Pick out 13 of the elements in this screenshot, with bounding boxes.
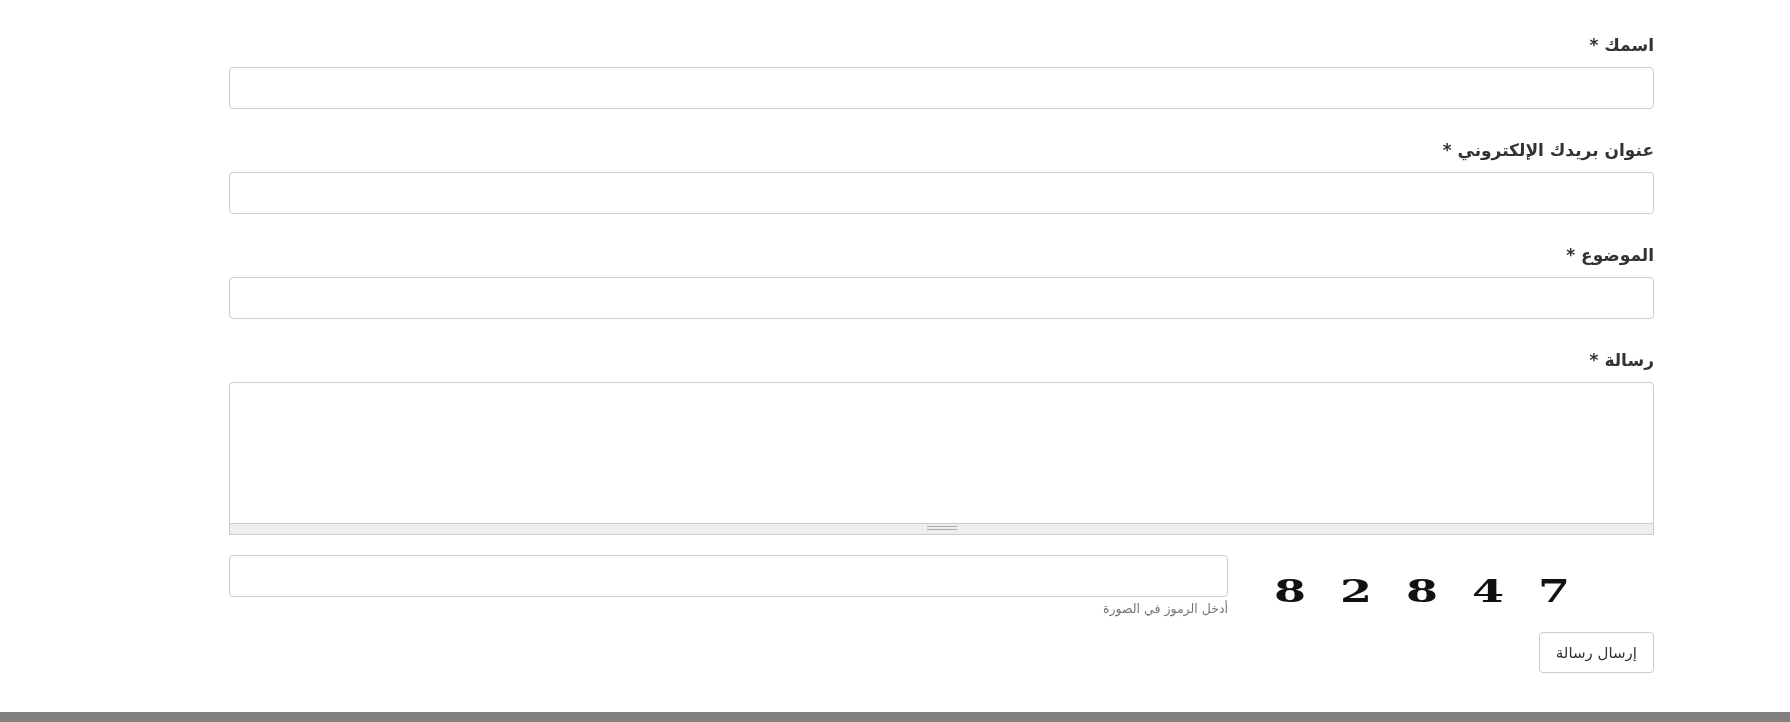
field-label: رسالة *	[1589, 349, 1654, 371]
input-field[interactable]	[229, 172, 1654, 214]
captcha-input-field[interactable]	[229, 555, 1228, 597]
input-field[interactable]	[229, 277, 1654, 319]
resize-handle-icon[interactable]	[926, 526, 957, 532]
field-label: عنوان بريدك الإلكتروني *	[1442, 139, 1654, 161]
field-label: الموضوع *	[1566, 244, 1654, 266]
message-field[interactable]	[229, 382, 1654, 524]
captcha-image: 82847	[1272, 571, 1605, 611]
field-label: اسمك *	[1589, 34, 1654, 56]
send-button[interactable]: إرسال رسالة	[1538, 632, 1654, 673]
input-field[interactable]	[229, 67, 1654, 109]
captcha-hint: أدخل الرموز في الصورة	[1102, 601, 1228, 616]
